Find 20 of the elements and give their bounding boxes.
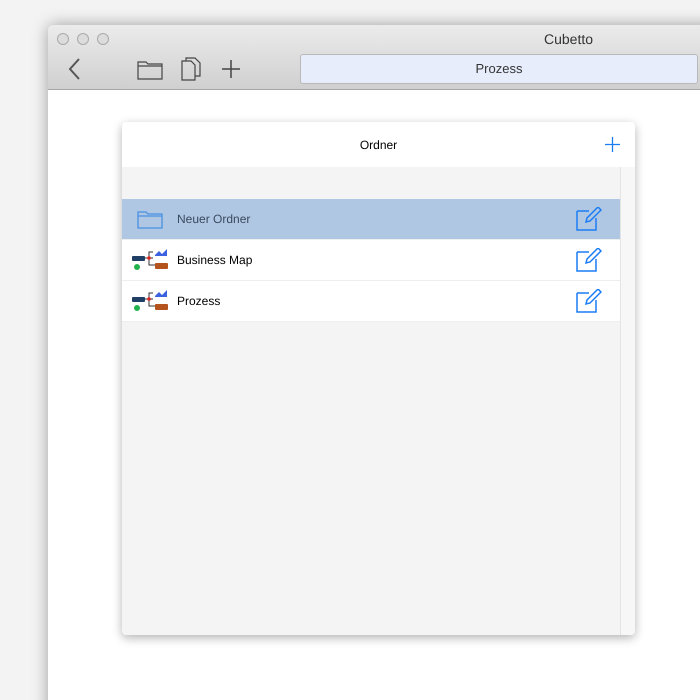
- panel-title: Ordner: [360, 136, 398, 154]
- list-item[interactable]: Business Map: [122, 240, 620, 281]
- diagram-icon: [130, 288, 168, 314]
- back-icon[interactable]: [68, 58, 80, 80]
- item-label: Prozess: [177, 293, 222, 310]
- copy-icon[interactable]: [181, 57, 201, 81]
- list-item[interactable]: Prozess: [122, 281, 620, 322]
- edit-icon[interactable]: [576, 289, 602, 313]
- edit-icon[interactable]: [576, 248, 602, 272]
- document-tab[interactable]: Prozess: [300, 54, 698, 84]
- item-label: Business Map: [177, 252, 254, 269]
- edit-icon[interactable]: [576, 207, 602, 231]
- folder-icon: [136, 209, 162, 229]
- list-item[interactable]: Neuer Ordner: [122, 199, 620, 240]
- folder-icon[interactable]: [137, 58, 163, 80]
- window-title: Cubetto: [544, 30, 594, 49]
- add-icon[interactable]: [222, 60, 240, 78]
- add-icon[interactable]: [605, 137, 620, 152]
- diagram-icon: [130, 247, 168, 273]
- item-label: Neuer Ordner: [177, 211, 252, 228]
